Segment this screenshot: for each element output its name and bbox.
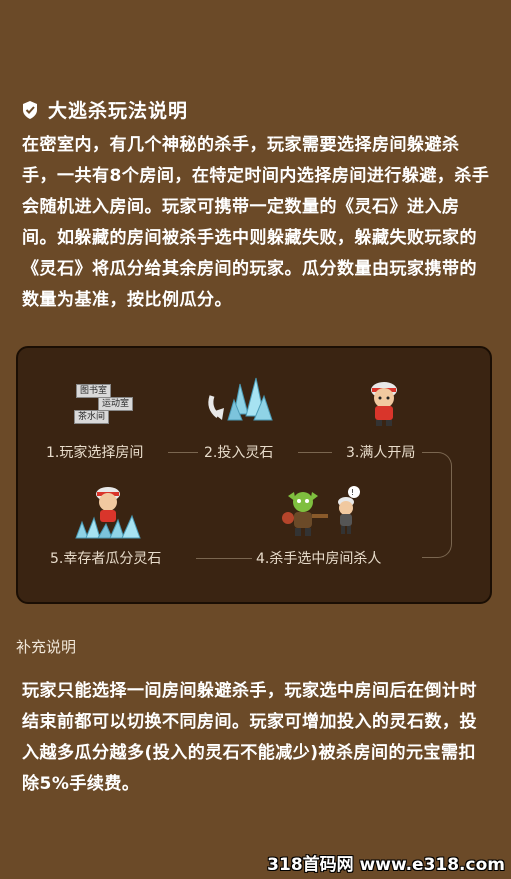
supplement-title: 补充说明 bbox=[16, 638, 77, 656]
survivor-icon bbox=[74, 482, 144, 540]
check-badge-icon bbox=[20, 100, 40, 120]
section-title: 大逃杀玩法说明 bbox=[48, 100, 189, 122]
killer-icon: ! bbox=[282, 484, 362, 540]
section-header: 大逃杀玩法说明 bbox=[20, 96, 188, 123]
flow-connector bbox=[168, 452, 198, 453]
player-icon bbox=[364, 376, 404, 428]
flow-connector bbox=[196, 558, 252, 559]
crystal-icon bbox=[204, 374, 276, 430]
step-label: 1.玩家选择房间 bbox=[46, 445, 144, 461]
step-label: 5.幸存者瓜分灵石 bbox=[50, 551, 162, 567]
flow-panel: 图书室 运动室 茶水间 1.玩家选择房间 2.投入灵石 3.满人开局 5.幸存者… bbox=[16, 346, 492, 604]
step-label: 3.满人开局 bbox=[346, 445, 416, 461]
supplement-text: 玩家只能选择一间房间躲避杀手，玩家选中房间后在倒计时结束前都可以切换不同房间。玩… bbox=[22, 681, 477, 794]
room-tags-icon: 图书室 运动室 茶水间 bbox=[72, 382, 152, 432]
flow-connector bbox=[422, 452, 452, 558]
step-label: 4.杀手选中房间杀人 bbox=[256, 551, 382, 567]
rules-description: 在密室内，有几个神秘的杀手，玩家需要选择房间躲避杀手，一共有8个房间，在特定时间… bbox=[22, 135, 490, 310]
svg-text:!: ! bbox=[351, 488, 354, 497]
room-tag: 茶水间 bbox=[74, 410, 110, 424]
room-tag: 图书室 bbox=[76, 384, 112, 398]
room-tag: 运动室 bbox=[98, 397, 134, 411]
flow-connector bbox=[298, 452, 332, 453]
site-watermark: 318首码网 www.e318.com bbox=[267, 855, 505, 875]
step-label: 2.投入灵石 bbox=[204, 445, 274, 461]
